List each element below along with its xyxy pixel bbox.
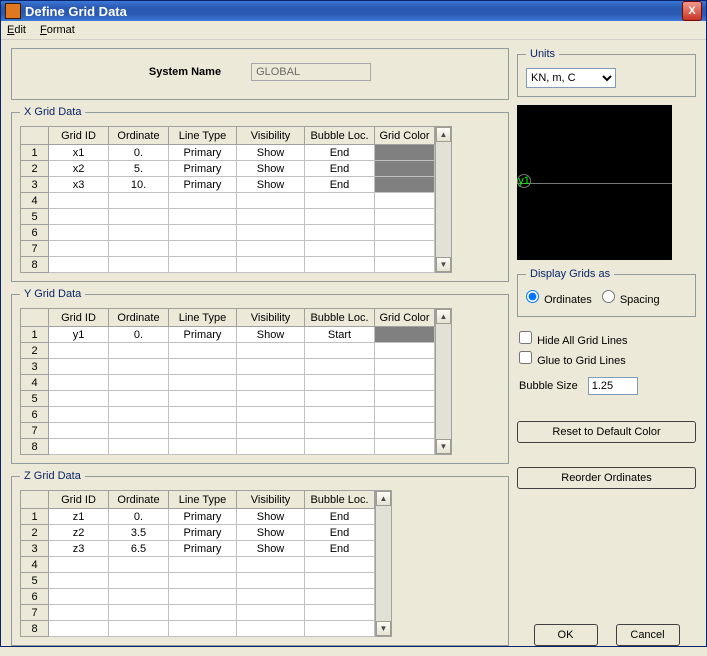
col-bubble-loc: Bubble Loc. <box>305 127 375 145</box>
table-row[interactable]: 1x10.PrimaryShowEnd <box>21 145 435 161</box>
table-row[interactable]: 6 <box>21 225 435 241</box>
preview-axis-icon <box>517 183 672 184</box>
table-row[interactable]: 4 <box>21 193 435 209</box>
scroll-up-icon[interactable]: ▲ <box>436 309 451 324</box>
table-row[interactable]: 2z23.5PrimaryShowEnd <box>21 525 375 541</box>
scroll-down-icon[interactable]: ▼ <box>436 439 451 454</box>
col-grid-color: Grid Color <box>375 127 435 145</box>
table-row[interactable]: 8 <box>21 621 375 637</box>
close-icon: X <box>688 5 695 17</box>
table-row[interactable]: 7 <box>21 605 375 621</box>
radio-ordinates[interactable]: Ordinates <box>526 290 592 306</box>
check-hide-all[interactable]: Hide All Grid Lines <box>519 331 628 347</box>
titlebar: Define Grid Data X <box>1 1 706 21</box>
scroll-up-icon[interactable]: ▲ <box>376 491 391 506</box>
display-grids-legend: Display Grids as <box>526 268 614 280</box>
cancel-button[interactable]: Cancel <box>616 624 680 646</box>
system-name-label: System Name <box>149 66 221 78</box>
table-row[interactable]: 6 <box>21 407 435 423</box>
system-name-group: System Name <box>11 48 509 100</box>
display-grids-group: Display Grids as Ordinates Spacing <box>517 268 696 317</box>
col-grid-id: Grid ID <box>49 127 109 145</box>
window-title: Define Grid Data <box>25 4 682 19</box>
y-grid-group: Y Grid Data Grid ID Ordinate Line Type V… <box>11 288 509 464</box>
preview-pane: y1 <box>517 105 672 260</box>
col-ordinate: Ordinate <box>109 127 169 145</box>
table-row[interactable]: 2x25.PrimaryShowEnd <box>21 161 435 177</box>
menu-format[interactable]: Format <box>40 24 75 36</box>
reset-color-button[interactable]: Reset to Default Color <box>517 421 696 443</box>
table-row[interactable]: 8 <box>21 439 435 455</box>
units-legend: Units <box>526 48 559 60</box>
close-button[interactable]: X <box>682 1 702 21</box>
x-grid-scrollbar[interactable]: ▲ ▼ <box>435 126 452 273</box>
col-line-type: Line Type <box>169 127 237 145</box>
reorder-ordinates-button[interactable]: Reorder Ordinates <box>517 467 696 489</box>
scroll-down-icon[interactable]: ▼ <box>436 257 451 272</box>
table-row[interactable]: 3x310.PrimaryShowEnd <box>21 177 435 193</box>
z-grid-table[interactable]: Grid ID Ordinate Line Type Visibility Bu… <box>20 490 375 637</box>
table-row[interactable]: 4 <box>21 557 375 573</box>
options-block: Hide All Grid Lines Glue to Grid Lines B… <box>517 325 696 397</box>
dialog-buttons: OK Cancel <box>517 624 696 646</box>
table-row[interactable]: 5 <box>21 573 375 589</box>
z-grid-legend: Z Grid Data <box>20 470 85 482</box>
left-column: System Name X Grid Data Grid ID Ordinate… <box>11 48 509 646</box>
z-grid-scrollbar[interactable]: ▲ ▼ <box>375 490 392 637</box>
table-row[interactable]: 1y10.PrimaryShowStart <box>21 327 435 343</box>
table-row[interactable]: 3z36.5PrimaryShowEnd <box>21 541 375 557</box>
units-group: Units KN, m, C <box>517 48 696 97</box>
table-row[interactable]: 4 <box>21 375 435 391</box>
y-grid-table[interactable]: Grid ID Ordinate Line Type Visibility Bu… <box>20 308 435 455</box>
scroll-down-icon[interactable]: ▼ <box>376 621 391 636</box>
y-grid-legend: Y Grid Data <box>20 288 85 300</box>
z-grid-group: Z Grid Data Grid ID Ordinate Line Type V… <box>11 470 509 646</box>
menu-edit[interactable]: Edit <box>7 24 26 36</box>
preview-bubble-icon: y1 <box>517 174 531 188</box>
check-glue[interactable]: Glue to Grid Lines <box>519 351 626 367</box>
client-area: System Name X Grid Data Grid ID Ordinate… <box>1 40 706 656</box>
x-grid-table[interactable]: Grid ID Ordinate Line Type Visibility Bu… <box>20 126 435 273</box>
x-grid-group: X Grid Data Grid ID Ordinate Line Type V… <box>11 106 509 282</box>
table-row[interactable]: 7 <box>21 423 435 439</box>
right-column: Units KN, m, C y1 Display Grids as Ordin… <box>517 48 696 646</box>
app-icon <box>5 3 21 19</box>
x-grid-legend: X Grid Data <box>20 106 85 118</box>
radio-spacing[interactable]: Spacing <box>602 290 660 306</box>
col-visibility: Visibility <box>237 127 305 145</box>
ok-button[interactable]: OK <box>534 624 598 646</box>
system-name-input[interactable] <box>251 63 371 81</box>
units-select[interactable]: KN, m, C <box>526 68 616 88</box>
table-row[interactable]: 5 <box>21 391 435 407</box>
table-row[interactable]: 2 <box>21 343 435 359</box>
bubble-size-input[interactable] <box>588 377 638 395</box>
scroll-up-icon[interactable]: ▲ <box>436 127 451 142</box>
table-row[interactable]: 6 <box>21 589 375 605</box>
bubble-size-label: Bubble Size <box>519 380 578 392</box>
y-grid-scrollbar[interactable]: ▲ ▼ <box>435 308 452 455</box>
table-row[interactable]: 3 <box>21 359 435 375</box>
table-row[interactable]: 7 <box>21 241 435 257</box>
table-row[interactable]: 5 <box>21 209 435 225</box>
menubar: Edit Format <box>1 21 706 40</box>
table-row[interactable]: 8 <box>21 257 435 273</box>
dialog-window: Define Grid Data X Edit Format System Na… <box>0 0 707 647</box>
table-row[interactable]: 1z10.PrimaryShowEnd <box>21 509 375 525</box>
